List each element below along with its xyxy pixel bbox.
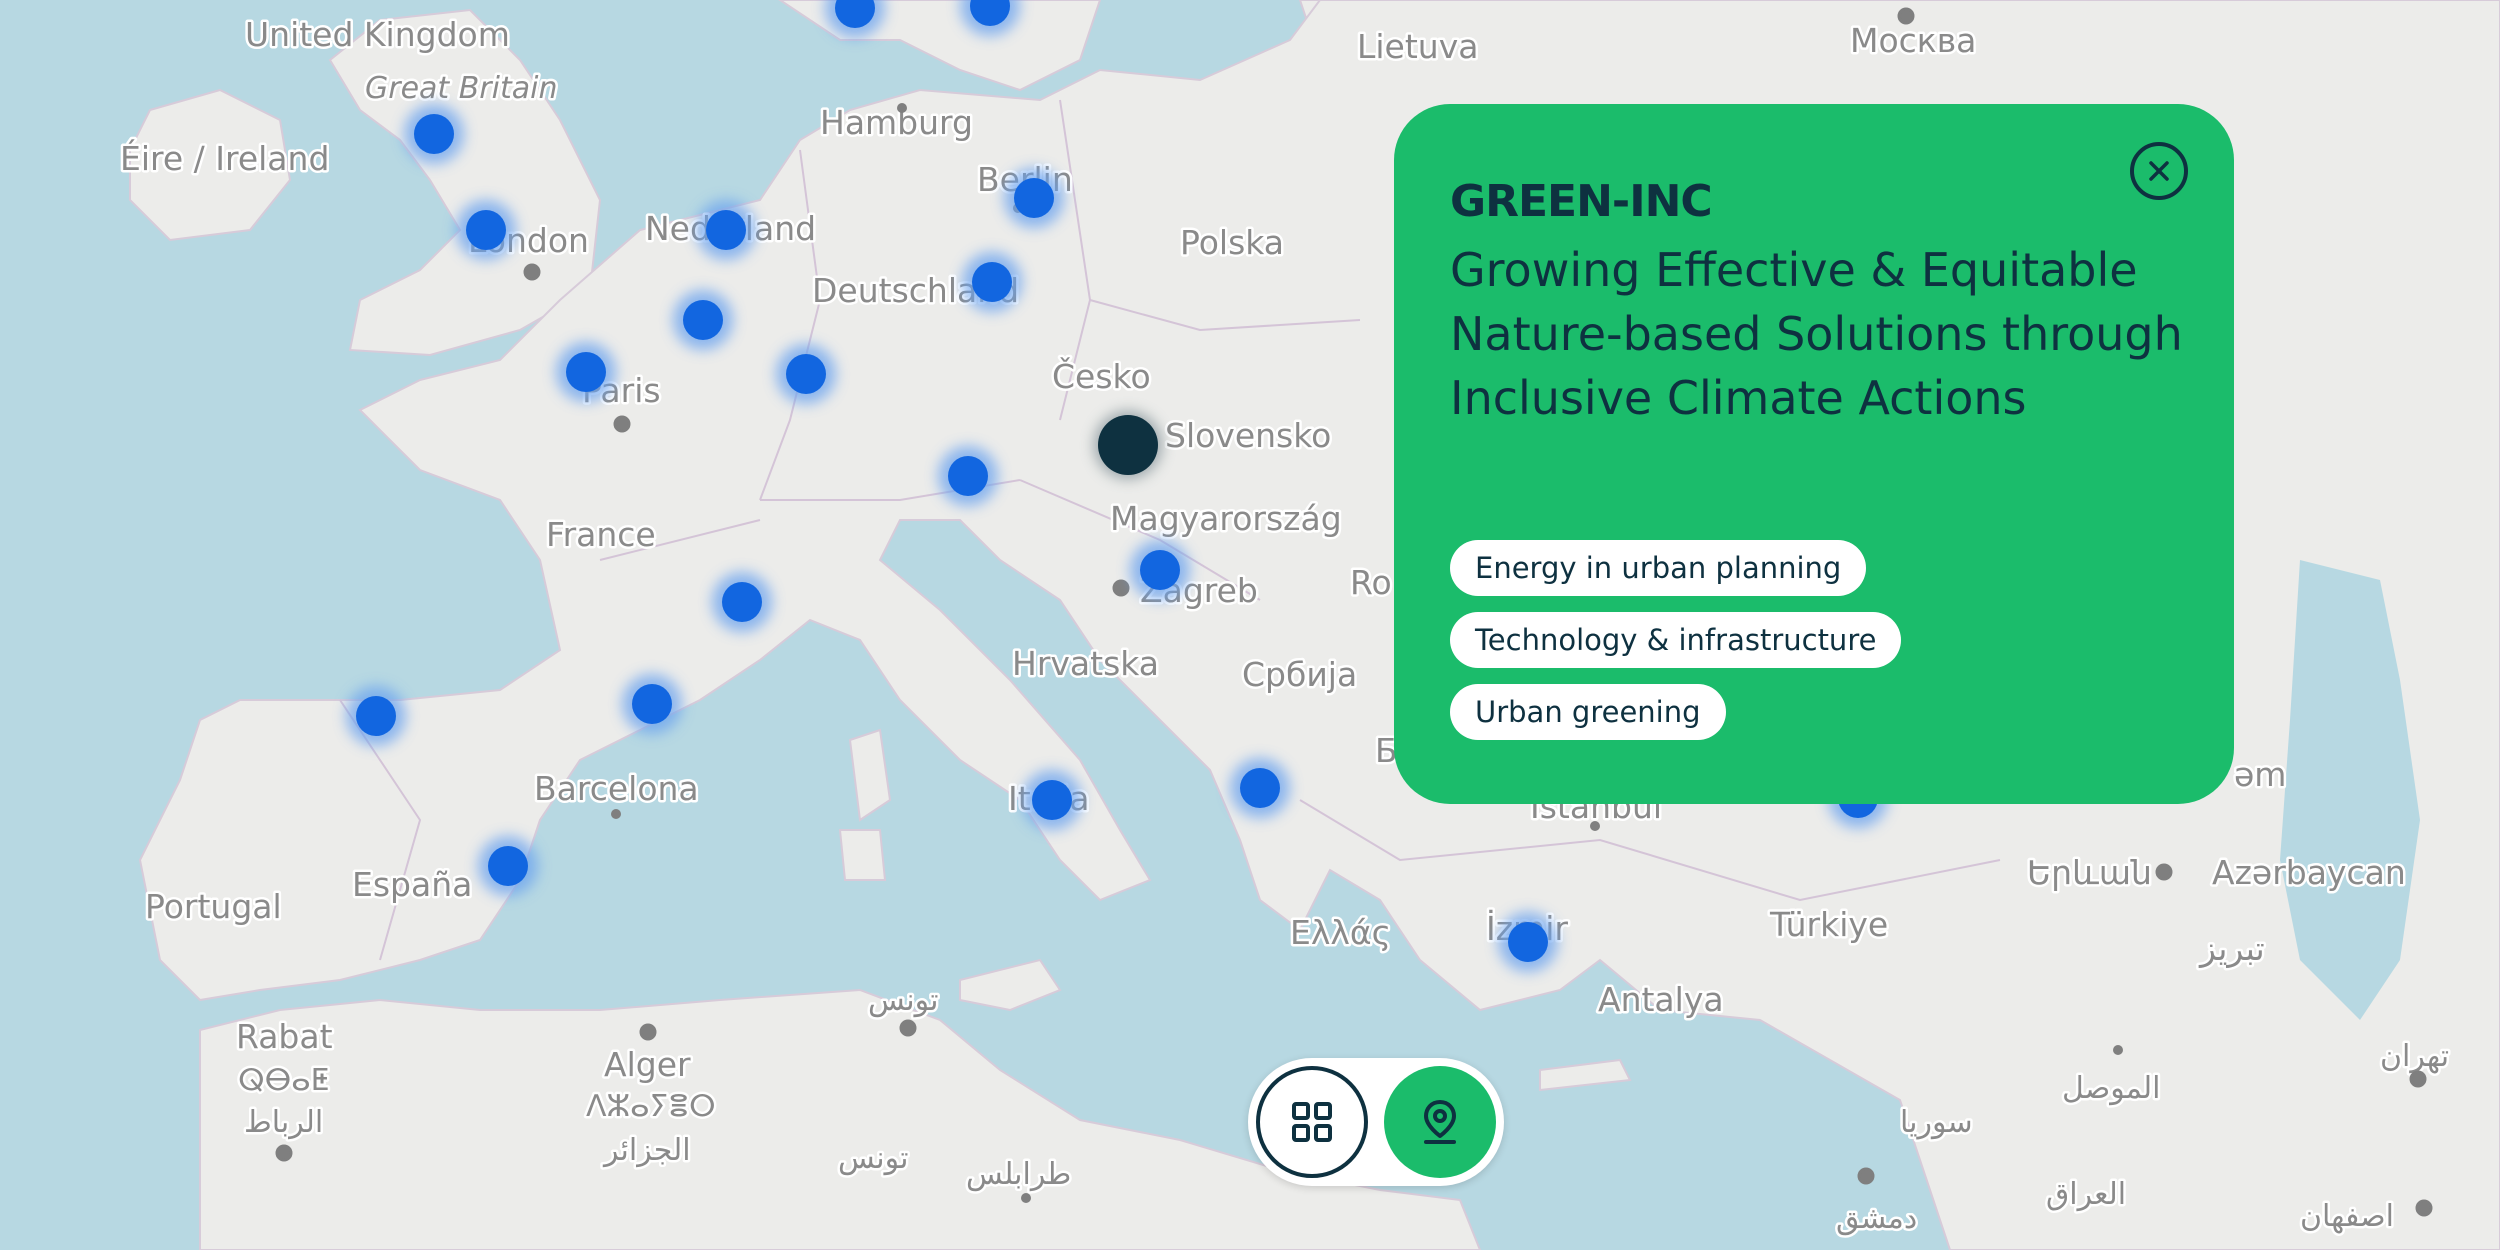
tag-energy-urban-planning[interactable]: Energy in urban planning (1450, 540, 1867, 596)
label-yerevan: Երևան (2027, 853, 2152, 892)
project-marker[interactable] (356, 696, 396, 736)
label-ro: Ro (1350, 563, 1392, 602)
label-tehran: تهران (2380, 1039, 2449, 1074)
project-marker[interactable] (632, 684, 672, 724)
label-tarabulus: طرابلس (966, 1157, 1071, 1192)
label-alger: Alger (604, 1045, 691, 1084)
project-marker[interactable] (706, 210, 746, 250)
map-view-button[interactable] (1384, 1066, 1496, 1178)
project-marker[interactable] (1032, 780, 1072, 820)
label-am-partial: əm (2234, 755, 2286, 794)
label-tunis-ar2: تونس (838, 1141, 908, 1176)
project-marker[interactable] (1140, 550, 1180, 590)
label-alger-tif: ⴷⵣⴰⵢⴻⵔ (586, 1089, 716, 1124)
label-france: France (546, 515, 656, 554)
label-espana: España (352, 865, 472, 904)
label-hrvatska: Hrvatska (1012, 644, 1159, 683)
label-hamburg: Hamburg (820, 103, 973, 142)
project-marker[interactable] (488, 846, 528, 886)
project-marker[interactable] (414, 114, 454, 154)
label-tabriz: تبریز (2198, 929, 2265, 968)
project-marker[interactable] (1240, 768, 1280, 808)
label-dimashq: دمشق (1836, 1201, 1917, 1236)
project-marker[interactable] (972, 262, 1012, 302)
label-turkiye: Türkiye (1769, 905, 1888, 944)
label-portugal: Portugal (145, 887, 282, 926)
project-marker[interactable] (683, 300, 723, 340)
project-popup-card: GREEN-INC Growing Effective & Equitable … (1394, 104, 2234, 804)
label-great-britain: Great Britain (365, 71, 557, 106)
label-tunis-ar: تونس (868, 983, 938, 1018)
label-united-kingdom: United Kingdom (245, 15, 510, 54)
grid-view-button[interactable] (1256, 1066, 1368, 1178)
label-rabat-tif: ⵕⴱⴰⵟ (238, 1063, 329, 1098)
label-azerbaycan: Azərbaycan (2212, 853, 2406, 892)
label-slovensko: Slovensko (1165, 416, 1331, 455)
project-marker[interactable] (1014, 178, 1054, 218)
tag-urban-greening[interactable]: Urban greening (1450, 684, 1726, 740)
tag-list: Energy in urban planning Technology & in… (1450, 540, 1902, 740)
project-title: GREEN-INC (1450, 176, 1713, 227)
label-cesko: Česko (1052, 356, 1151, 396)
label-rabat-ar: الرباط (244, 1105, 323, 1140)
project-marker[interactable] (948, 456, 988, 496)
label-magyarorszag: Magyarország (1110, 499, 1342, 538)
project-marker[interactable] (722, 582, 762, 622)
grid-icon (1292, 1102, 1332, 1142)
label-rabat: Rabat (236, 1017, 333, 1056)
view-toggle (1248, 1058, 1504, 1186)
project-description: Growing Effective & Equitable Nature-bas… (1450, 243, 2183, 425)
label-antalya: Antalya (1598, 980, 1724, 1019)
label-polska: Polska (1180, 223, 1284, 262)
label-esfahan: اصفهان (2300, 1199, 2394, 1234)
label-alger-ar: الجزائر (602, 1133, 691, 1168)
close-button[interactable] (2130, 142, 2188, 200)
label-suriya: سوريا (1900, 1105, 1973, 1140)
label-moskva: Москва (1850, 21, 1976, 60)
map-pin-icon (1424, 1100, 1456, 1144)
tag-technology-infrastructure[interactable]: Technology & infrastructure (1450, 612, 1902, 668)
project-marker[interactable] (466, 210, 506, 250)
project-marker[interactable] (566, 352, 606, 392)
project-marker[interactable] (786, 354, 826, 394)
label-barcelona: Barcelona (534, 769, 699, 808)
label-ellada: Ελλάς (1290, 913, 1391, 952)
close-icon (2149, 161, 2169, 181)
project-marker[interactable] (1508, 922, 1548, 962)
label-srbija: Србија (1242, 655, 1357, 694)
label-iraq: العراق (2046, 1177, 2126, 1212)
label-ireland: Éire / Ireland (120, 138, 329, 178)
selected-project-marker[interactable] (1098, 415, 1158, 475)
label-mosul: الموصل (2062, 1071, 2161, 1106)
label-lietuva: Lietuva (1357, 27, 1478, 66)
